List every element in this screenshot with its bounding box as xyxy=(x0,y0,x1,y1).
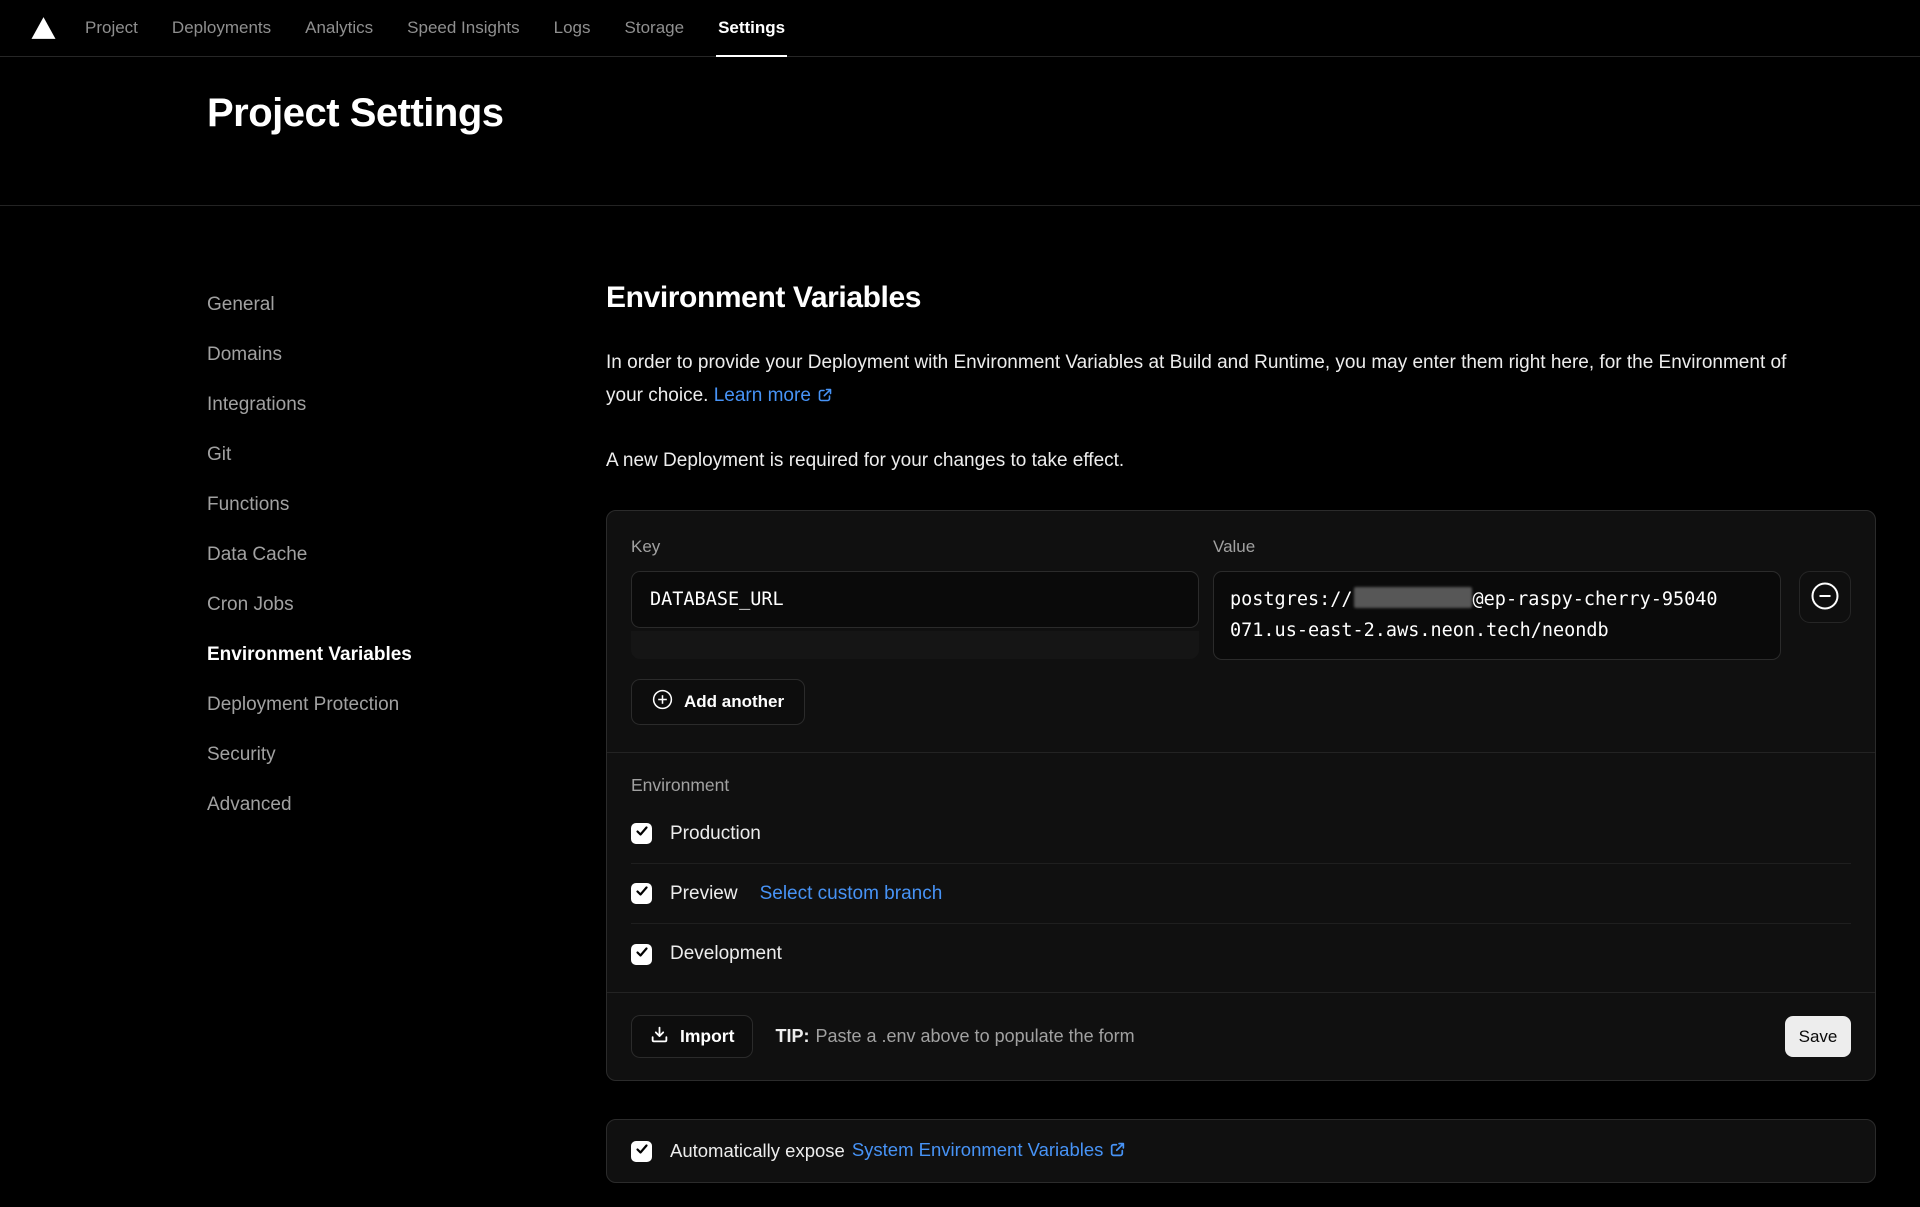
sidebar-item-git[interactable]: Git xyxy=(207,430,606,480)
top-nav: Project Deployments Analytics Speed Insi… xyxy=(0,0,1920,57)
value-label: Value xyxy=(1213,537,1781,557)
tab-speed-insights[interactable]: Speed Insights xyxy=(407,0,519,56)
env-vars-card: Key Value postgres://@ep-raspy-cherry-95… xyxy=(606,510,1876,1081)
preview-label: Preview xyxy=(670,883,738,905)
checkmark-icon xyxy=(635,824,649,843)
tab-project[interactable]: Project xyxy=(85,0,138,56)
external-link-icon xyxy=(817,381,833,414)
settings-sidebar: General Domains Integrations Git Functio… xyxy=(207,280,606,1183)
tab-logs[interactable]: Logs xyxy=(554,0,591,56)
sidebar-item-general[interactable]: General xyxy=(207,280,606,330)
learn-more-link[interactable]: Learn more xyxy=(714,385,833,406)
environment-label: Environment xyxy=(631,773,1851,804)
circle-plus-icon xyxy=(652,689,673,715)
card-footer: Import TIP:Paste a .env above to populat… xyxy=(607,992,1875,1080)
circle-minus-icon xyxy=(1810,581,1840,614)
sidebar-item-domains[interactable]: Domains xyxy=(207,330,606,380)
nav-tabs: Project Deployments Analytics Speed Insi… xyxy=(85,0,785,56)
page-header: Project Settings xyxy=(0,57,1920,206)
sidebar-item-deployment-protection[interactable]: Deployment Protection xyxy=(207,680,606,730)
auto-expose-text: Automatically expose xyxy=(670,1140,845,1162)
checkmark-icon xyxy=(635,884,649,903)
tip-text: TIP:Paste a .env above to populate the f… xyxy=(775,1026,1134,1047)
import-button[interactable]: Import xyxy=(631,1015,753,1058)
remove-variable-button[interactable] xyxy=(1799,571,1851,623)
system-env-vars-link[interactable]: System Environment Variables xyxy=(852,1139,1127,1163)
auto-expose-checkbox[interactable] xyxy=(631,1141,652,1162)
sidebar-item-data-cache[interactable]: Data Cache xyxy=(207,530,606,580)
section-description: In order to provide your Deployment with… xyxy=(606,346,1798,414)
sidebar-item-functions[interactable]: Functions xyxy=(207,480,606,530)
sidebar-item-cron-jobs[interactable]: Cron Jobs xyxy=(207,580,606,630)
sidebar-item-integrations[interactable]: Integrations xyxy=(207,380,606,430)
env-row-preview: Preview Select custom branch xyxy=(631,864,1851,924)
tab-analytics[interactable]: Analytics xyxy=(305,0,373,56)
value-input[interactable]: postgres://@ep-raspy-cherry-95040 071.us… xyxy=(1213,571,1781,660)
auto-expose-card: Automatically expose System Environment … xyxy=(606,1119,1876,1183)
select-custom-branch-link[interactable]: Select custom branch xyxy=(760,883,943,905)
sidebar-item-environment-variables[interactable]: Environment Variables xyxy=(207,630,606,680)
preview-checkbox[interactable] xyxy=(631,883,652,904)
vercel-triangle-icon[interactable] xyxy=(30,16,57,40)
sidebar-item-security[interactable]: Security xyxy=(207,730,606,780)
sidebar-item-advanced[interactable]: Advanced xyxy=(207,780,606,830)
tab-storage[interactable]: Storage xyxy=(625,0,685,56)
env-row-development: Development xyxy=(631,924,1851,984)
value-line-1: postgres://@ep-raspy-cherry-95040 xyxy=(1230,584,1764,615)
tab-settings[interactable]: Settings xyxy=(718,0,785,56)
key-label: Key xyxy=(631,537,1199,557)
development-label: Development xyxy=(670,943,782,965)
tab-deployments[interactable]: Deployments xyxy=(172,0,271,56)
key-input-extension[interactable] xyxy=(631,631,1199,659)
production-checkbox[interactable] xyxy=(631,823,652,844)
section-heading: Environment Variables xyxy=(606,280,1876,316)
add-another-button[interactable]: Add another xyxy=(631,679,805,725)
production-label: Production xyxy=(670,823,761,845)
page-title: Project Settings xyxy=(207,91,1920,136)
development-checkbox[interactable] xyxy=(631,944,652,965)
env-row-production: Production xyxy=(631,804,1851,864)
external-link-icon xyxy=(1109,1141,1126,1163)
download-icon xyxy=(650,1025,669,1049)
key-input[interactable] xyxy=(631,571,1199,628)
deployment-note: A new Deployment is required for your ch… xyxy=(606,450,1876,472)
checkmark-icon xyxy=(635,1142,649,1161)
checkmark-icon xyxy=(635,945,649,964)
redacted-secret xyxy=(1354,587,1472,608)
save-button[interactable]: Save xyxy=(1785,1016,1851,1057)
value-line-2: 071.us-east-2.aws.neon.tech/neondb xyxy=(1230,615,1764,646)
